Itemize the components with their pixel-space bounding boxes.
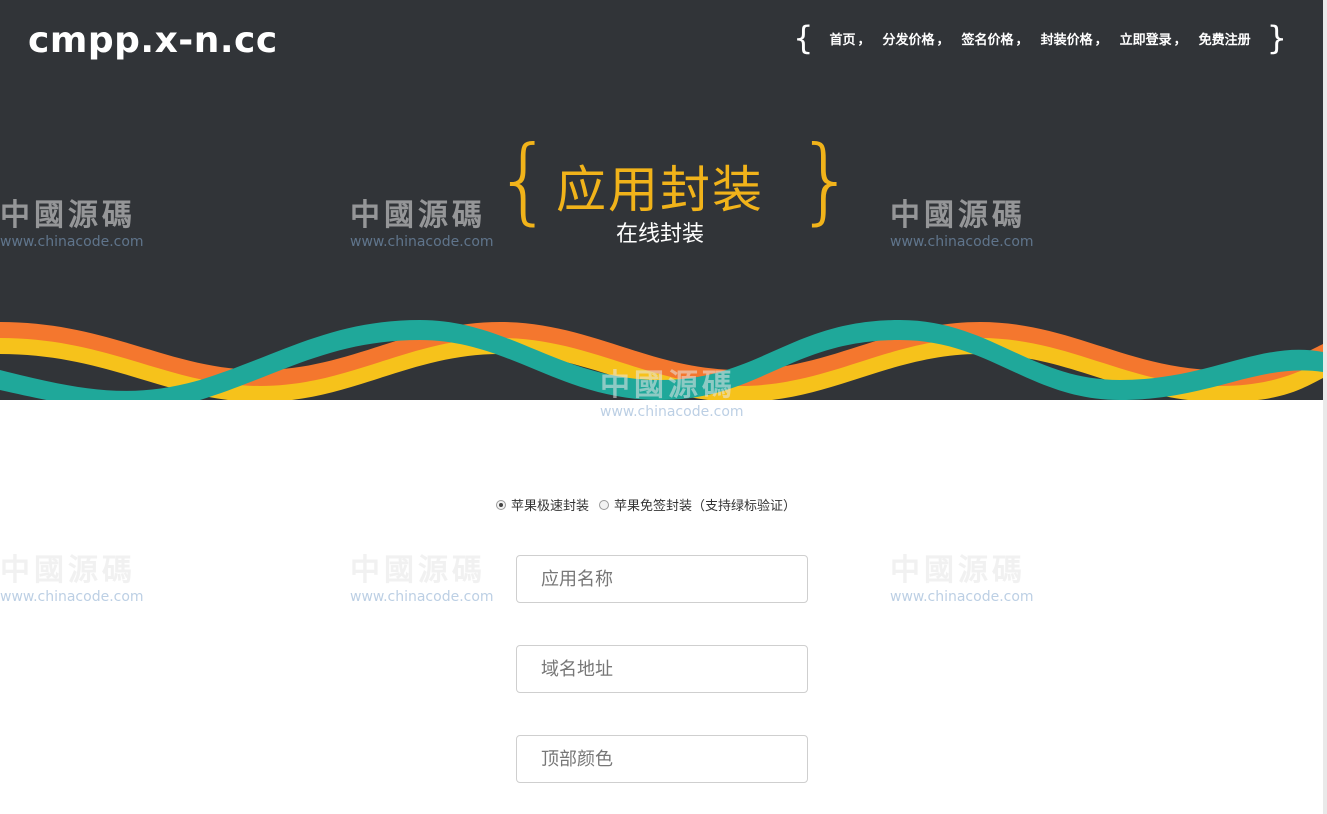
watermark: 中國源碼 www.chinacode.com bbox=[350, 545, 494, 605]
packaging-type-options: 苹果极速封装 苹果免签封装（支持绿标验证） bbox=[496, 495, 806, 514]
radio-label-fast-packaging[interactable]: 苹果极速封装 bbox=[511, 495, 589, 514]
app-name-input[interactable] bbox=[516, 555, 808, 603]
nav-item-signing-price[interactable]: 签名价格 bbox=[962, 29, 1014, 48]
top-navigation: { 首页， 分发价格， 签名价格， 封装价格， 立即登录， 免费注册 } bbox=[787, 20, 1293, 56]
hero-header: cmpp.x-n.cc { 首页， 分发价格， 签名价格， 封装价格， 立即登录… bbox=[0, 0, 1323, 400]
page-scrollbar[interactable] bbox=[1323, 0, 1327, 814]
watermark-url: www.chinacode.com bbox=[350, 589, 494, 605]
nav-separator: ， bbox=[936, 32, 950, 48]
nav-open-brace: { bbox=[793, 19, 814, 57]
watermark-url: www.chinacode.com bbox=[0, 589, 144, 605]
decorative-wave-ribbons bbox=[0, 320, 1323, 400]
page-title: 应用封装 bbox=[556, 161, 764, 219]
radio-signature-free-packaging[interactable] bbox=[599, 499, 610, 510]
nav-separator: ， bbox=[857, 32, 871, 48]
watermark-url: www.chinacode.com bbox=[600, 404, 744, 420]
domain-url-input[interactable] bbox=[516, 645, 808, 693]
nav-separator: ， bbox=[1015, 32, 1029, 48]
nav-item-home[interactable]: 首页 bbox=[829, 29, 855, 48]
nav-separator: ， bbox=[1094, 32, 1108, 48]
radio-label-signature-free-packaging[interactable]: 苹果免签封装（支持绿标验证） bbox=[614, 495, 796, 514]
nav-separator: ， bbox=[1173, 32, 1187, 48]
nav-item-distribution-price[interactable]: 分发价格 bbox=[883, 29, 935, 48]
nav-close-brace: } bbox=[1266, 19, 1287, 57]
nav-item-packaging-price[interactable]: 封装价格 bbox=[1041, 29, 1093, 48]
page-subtitle: 在线封装 bbox=[615, 222, 704, 247]
nav-item-login[interactable]: 立即登录 bbox=[1120, 29, 1172, 48]
watermark: 中國源碼 www.chinacode.com bbox=[0, 545, 144, 605]
nav-item-register[interactable]: 免费注册 bbox=[1199, 29, 1251, 48]
watermark-text: 中國源碼 bbox=[350, 553, 486, 588]
radio-fast-packaging[interactable] bbox=[496, 499, 506, 510]
watermark-text: 中國源碼 bbox=[890, 553, 1026, 588]
site-logo[interactable]: cmpp.x-n.cc bbox=[28, 20, 278, 61]
watermark-url: www.chinacode.com bbox=[890, 589, 1034, 605]
watermark-text: 中國源碼 bbox=[0, 553, 136, 588]
watermark: 中國源碼 www.chinacode.com bbox=[890, 545, 1034, 605]
top-color-input[interactable] bbox=[516, 735, 808, 783]
